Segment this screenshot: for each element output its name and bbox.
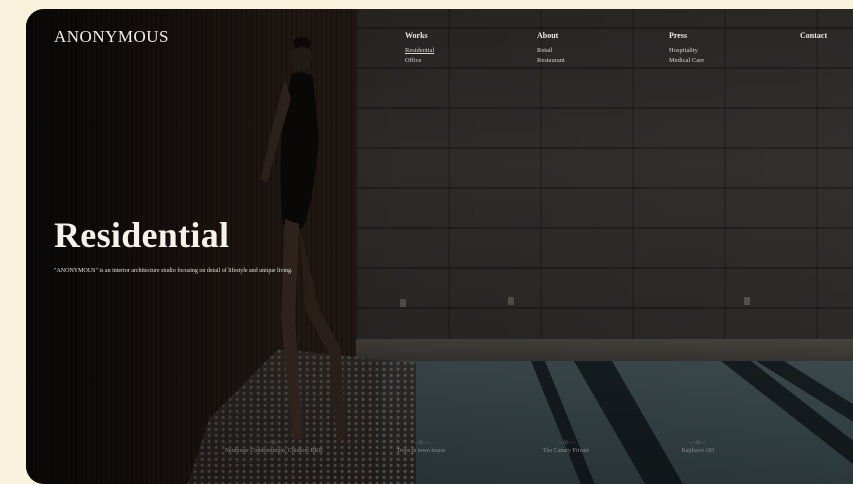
- project-link-04[interactable]: — 04 — Rajthavri 183: [648, 441, 748, 454]
- project-number: — 01 —: [265, 441, 283, 446]
- nav-link-hospitality[interactable]: Hospitality: [669, 47, 704, 54]
- nav-link-medical-care[interactable]: Medical Care: [669, 57, 704, 64]
- nav-link-office[interactable]: Office: [405, 57, 434, 64]
- project-link-01[interactable]: — 01 — Neuhouse Condominium, Chidlom BKK: [204, 441, 344, 454]
- project-name: Neuhouse Condominium, Chidlom BKK: [224, 448, 324, 454]
- nav-link-restaurant[interactable]: Restaurant: [537, 57, 565, 64]
- page-title: Residential: [54, 215, 230, 255]
- project-number: — 02 —: [412, 441, 430, 446]
- hero-description: "ANONYMOUS" is an interior architecture …: [54, 268, 293, 274]
- nav-column-contact: Contact: [800, 31, 827, 47]
- nav-link-residential[interactable]: Residential: [405, 47, 434, 54]
- project-name: Rajthavri 183: [681, 448, 715, 454]
- project-link-03[interactable]: — 03 — The Canary Private: [506, 441, 626, 454]
- nav-column-works: Works Residential Office: [405, 31, 434, 67]
- nav-column-about: About Retail Restaurant: [537, 31, 565, 67]
- nav-contact[interactable]: Contact: [800, 31, 827, 40]
- nav-works[interactable]: Works: [405, 31, 434, 40]
- hero-frame: ANONYMOUS Works Residential Office About…: [26, 9, 853, 484]
- nav-about[interactable]: About: [537, 31, 565, 40]
- nav-press[interactable]: Press: [669, 31, 704, 40]
- project-number: — 03 —: [557, 441, 575, 446]
- project-number: — 04 —: [689, 441, 707, 446]
- project-name: The Canary Private: [542, 448, 590, 454]
- project-name: Town in town house: [396, 448, 446, 454]
- nav-column-press: Press Hospitality Medical Care: [669, 31, 704, 67]
- site-logo[interactable]: ANONYMOUS: [54, 27, 169, 47]
- nav-link-retail[interactable]: Retail: [537, 47, 565, 54]
- project-link-02[interactable]: — 02 — Town in town house: [366, 441, 476, 454]
